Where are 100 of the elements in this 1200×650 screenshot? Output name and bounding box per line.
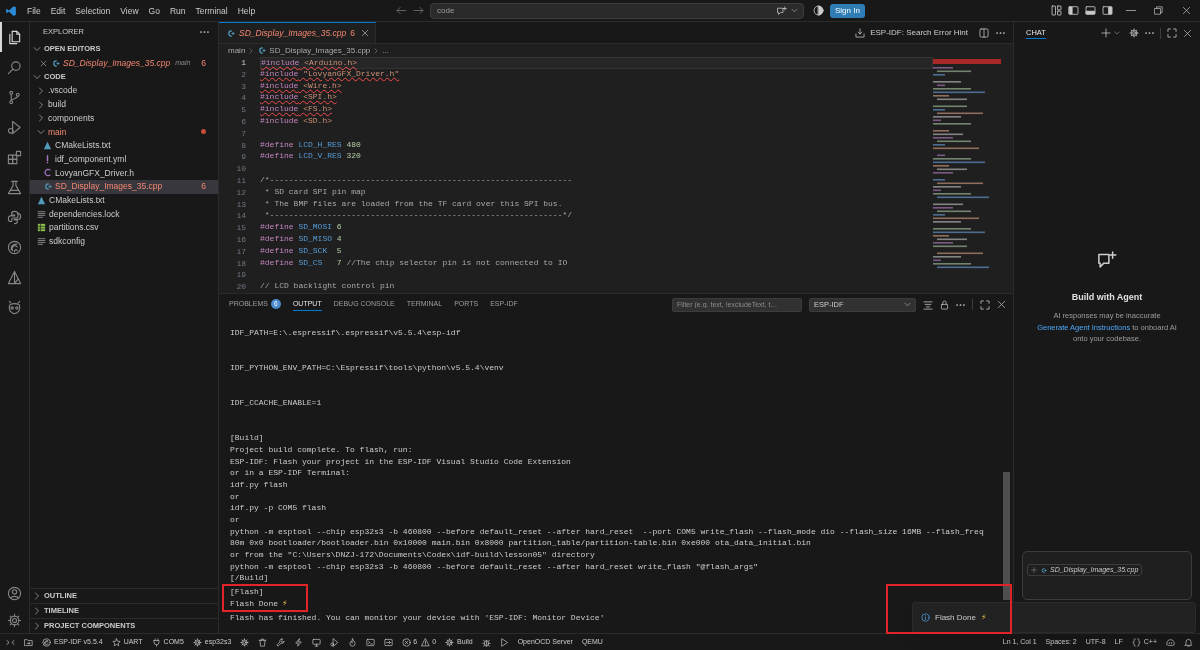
panel-icon[interactable] [1085, 5, 1096, 16]
close-icon[interactable] [361, 29, 369, 37]
menu-item[interactable]: Terminal [190, 4, 233, 17]
tree-item[interactable]: .vscode [30, 84, 218, 98]
breadcrumb-item[interactable]: SD_Display_Images_35.cpp [257, 44, 371, 57]
bell-icon[interactable] [1184, 637, 1193, 647]
line-number: 12 [236, 186, 246, 199]
tree-item[interactable]: LovyanGFX_Driver.h [30, 166, 218, 180]
trash-icon[interactable] [258, 637, 268, 647]
cpp-file-icon [257, 46, 267, 55]
sidebar-right-icon[interactable] [1102, 5, 1113, 16]
more-icon[interactable] [956, 303, 965, 306]
forward-arrow-icon[interactable] [413, 5, 424, 16]
account-icon[interactable] [7, 585, 22, 601]
output-line: IDF_PATH=E:\.espressif\.espressif\v5.5.4\esp-idf [230, 327, 461, 339]
tree-item[interactable]: components [30, 111, 218, 126]
flame-icon[interactable] [348, 637, 358, 647]
chevron-down-icon[interactable] [1114, 30, 1120, 36]
info-icon [921, 613, 930, 622]
header-file-icon [43, 168, 52, 178]
app-logo-icon[interactable] [5, 4, 17, 17]
monitor-icon[interactable] [312, 637, 322, 647]
line-number: 17 [236, 245, 246, 258]
tree-item[interactable]: SD_Display_Images_35.cpp 6 [30, 179, 218, 194]
close-icon[interactable] [40, 59, 47, 67]
menu-item[interactable]: Selection [70, 4, 116, 17]
code-line: #define LCD_V_RES 320 [260, 151, 361, 163]
menu-item[interactable]: Go [143, 4, 165, 17]
lines-icon[interactable] [923, 299, 933, 310]
chevron-down-icon[interactable] [791, 7, 798, 14]
lightning-icon: ⚡ [980, 611, 987, 624]
back-arrow-icon[interactable] [396, 5, 407, 16]
play-icon[interactable] [499, 637, 509, 647]
plus-icon[interactable] [1101, 28, 1111, 38]
copilot-icon[interactable] [1166, 637, 1175, 647]
arrow-box-icon[interactable] [384, 637, 394, 647]
lock-icon[interactable] [940, 299, 949, 310]
files-icon [7, 29, 22, 45]
folder-icon[interactable] [24, 637, 33, 647]
output-line: idf.py -p COM5 flash [230, 502, 326, 515]
line-number: 5 [241, 104, 246, 116]
close-icon[interactable] [997, 300, 1006, 309]
output-line: ESP-IDF: Flash your project in the ESP-IDF Visual Studio Code Extension [230, 455, 571, 468]
close-icon[interactable] [1182, 6, 1191, 15]
tree-item[interactable]: dependencies.lock [30, 207, 218, 221]
output-line: [Flash] [230, 586, 264, 598]
scrollbar-thumb[interactable] [1003, 472, 1010, 600]
line-number: 8 [241, 139, 246, 152]
chat-title: Build with Agent [1071, 291, 1143, 304]
maximize-icon[interactable] [1167, 28, 1177, 38]
terminal-icon[interactable] [366, 637, 376, 647]
output-line: IDF_CCACHE_ENABLE=1 [230, 397, 322, 409]
tree-item[interactable]: CMakeLists.txt [30, 138, 218, 153]
gear-icon[interactable] [240, 637, 250, 647]
gear-icon[interactable] [1129, 28, 1139, 38]
bug-icon[interactable] [481, 637, 491, 647]
sidebar-left-icon[interactable] [1068, 5, 1079, 16]
bolt-icon[interactable] [294, 637, 304, 647]
menu-item[interactable]: Run [164, 4, 191, 17]
breadcrumb-item[interactable]: main [228, 44, 246, 57]
close-icon[interactable] [1183, 28, 1192, 38]
split-editor-icon[interactable] [979, 27, 989, 38]
remote-icon[interactable] [6, 637, 15, 647]
menu-item[interactable]: Edit [45, 4, 71, 17]
half-circle-icon[interactable] [813, 5, 824, 16]
menu-item[interactable]: File [22, 4, 46, 17]
breadcrumb-item[interactable]: ... [382, 44, 389, 57]
tree-item[interactable]: partitions.csv [30, 220, 218, 235]
minimize-icon[interactable] [1126, 9, 1136, 12]
code-line: #include <SD.h> [260, 116, 332, 127]
gear-icon [445, 637, 455, 647]
maximize-icon[interactable] [980, 299, 990, 310]
tree-item[interactable]: main [30, 125, 218, 139]
line-number: 19 [236, 269, 246, 282]
play-bug-icon[interactable] [330, 637, 340, 647]
editor-tab[interactable]: SD_Display_Images_35.cpp 6 [219, 22, 376, 43]
braces-icon [1131, 637, 1141, 647]
menu-item[interactable]: Help [232, 4, 261, 17]
tree-item[interactable]: build [30, 97, 218, 112]
layout-icon[interactable] [1051, 5, 1062, 16]
code-line: * The BMP files are loaded from the TF card over this SPI bus. [263, 198, 563, 210]
output-line: IDF_PYTHON_ENV_PATH=C:\Espressif\tools\python\v5.5.4\venv [230, 362, 504, 374]
error-hint-button[interactable]: ESP-IDF: Search Error Hint [855, 26, 968, 39]
more-icon[interactable] [996, 31, 1005, 34]
wrench-icon[interactable] [276, 637, 286, 647]
menu-item[interactable]: View [115, 4, 144, 17]
settings-icon[interactable] [7, 613, 22, 628]
sign-in-button[interactable]: Sign In [830, 3, 865, 18]
tree-item[interactable]: idf_component.yml [30, 152, 218, 167]
chat-sparkle-icon[interactable] [777, 5, 787, 16]
lines-file-icon [37, 236, 46, 246]
code-line: #define SD_SCK 5 [260, 245, 342, 257]
tree-item[interactable]: sdkconfig [30, 234, 218, 249]
restore-icon[interactable] [1154, 6, 1163, 15]
extensions-icon [7, 149, 22, 165]
line-number: 14 [236, 210, 246, 223]
command-center[interactable]: code [430, 2, 804, 19]
tree-item[interactable]: CMakeLists.txt [30, 193, 218, 208]
code-line: #include <SPI.h> [260, 92, 337, 104]
error-icon [402, 637, 412, 647]
